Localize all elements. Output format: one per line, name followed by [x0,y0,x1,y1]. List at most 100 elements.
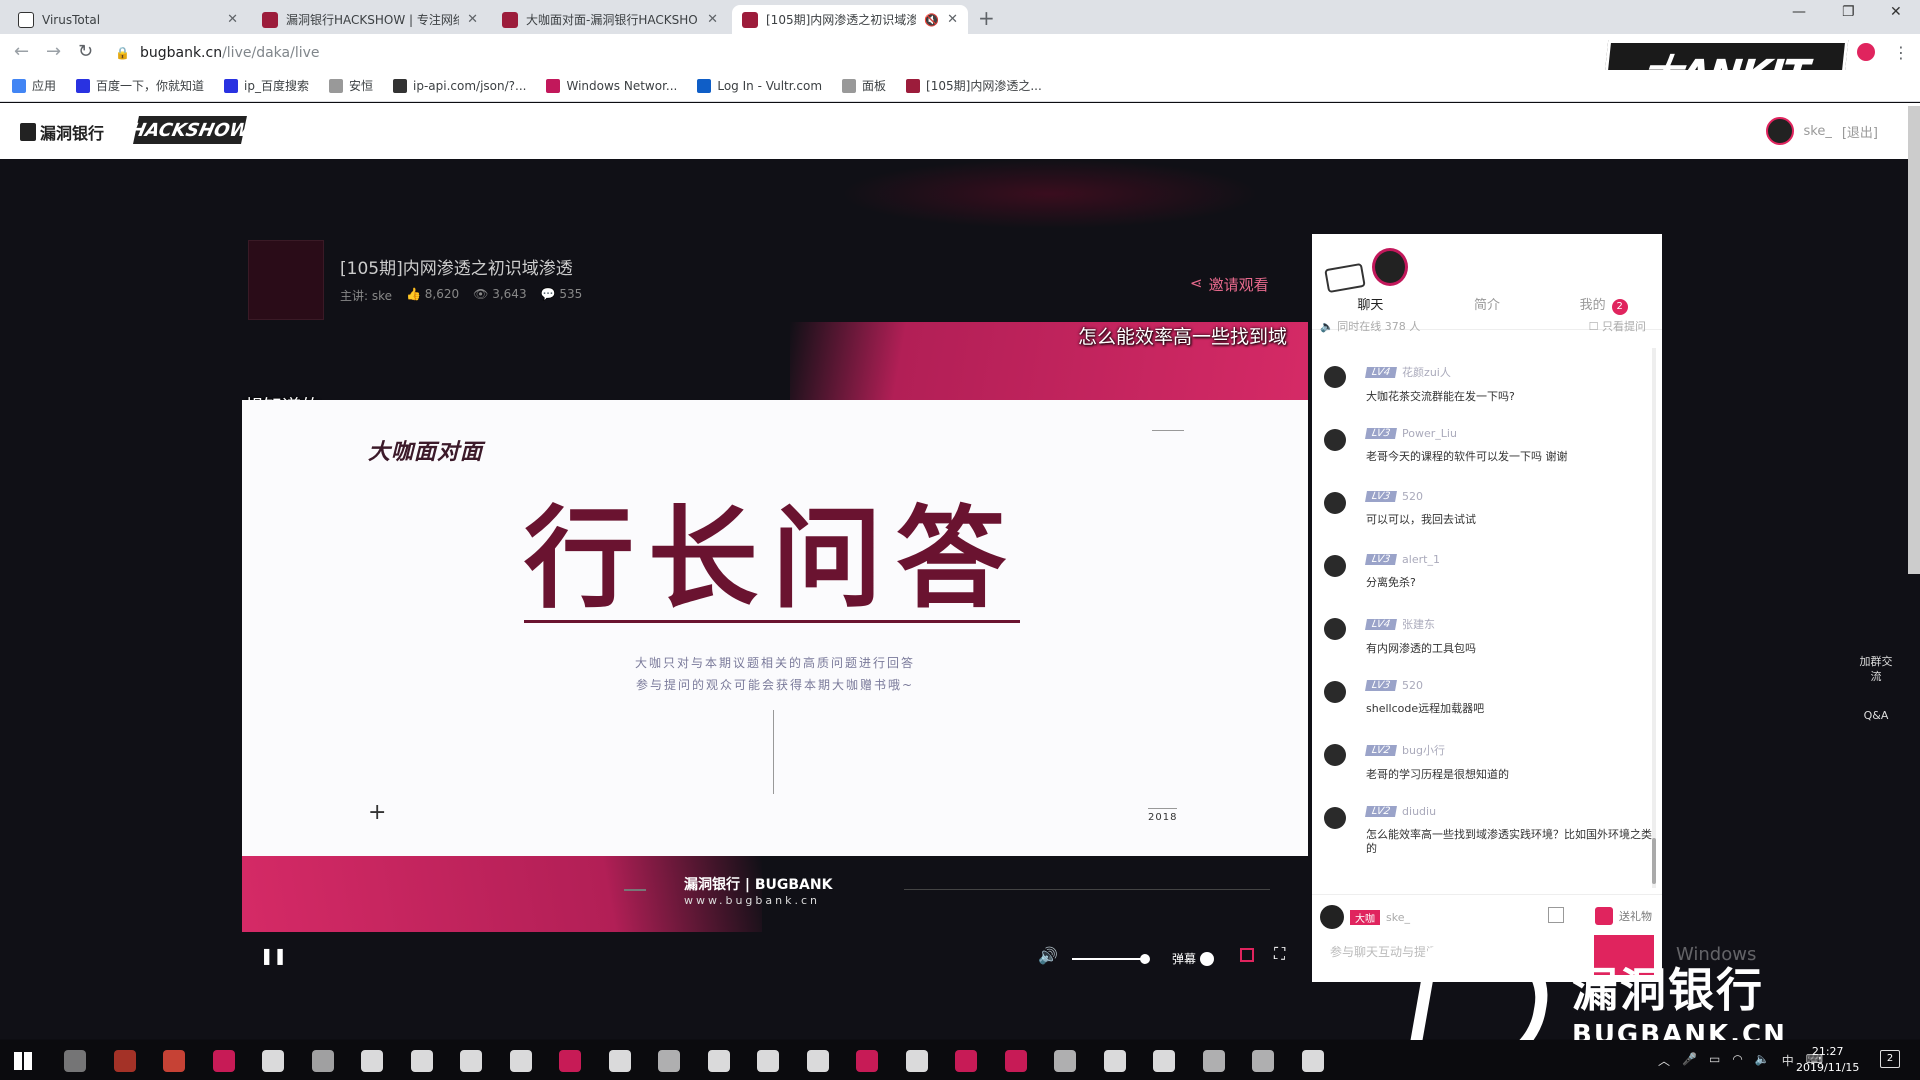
taskbar-app-icon[interactable] [262,1050,284,1072]
bookmark-item[interactable]: 安恒 [328,77,373,94]
notification-center-icon[interactable]: 2 [1880,1050,1900,1068]
taskbar-app-icon[interactable] [163,1050,185,1072]
taskbar-app-icon[interactable] [856,1050,878,1072]
maximize-button[interactable]: ❐ [1842,4,1855,20]
taskbar-app-icon[interactable] [1153,1050,1175,1072]
bookmark-item[interactable]: 应用 [12,77,56,94]
danmu-toggle[interactable]: 弹幕 [1172,950,1215,967]
join-group-link[interactable]: 加群交流 [1856,654,1896,684]
message-username[interactable]: 张建东 [1402,616,1435,632]
forward-icon[interactable]: → [46,41,61,62]
volume-slider[interactable] [1072,958,1144,960]
tab-close-icon[interactable]: ✕ [467,12,478,27]
taskbar-app-icon[interactable] [806,1050,829,1072]
user-avatar[interactable] [1324,807,1346,829]
browser-menu-icon[interactable]: ⋮ [1893,43,1909,62]
taskbar-app-icon[interactable] [460,1050,482,1072]
taskbar-app-icon[interactable] [955,1050,977,1072]
tab-current-course[interactable]: [105期]内网渗透之初识域渗 🔇 ✕ [732,5,968,34]
tab-close-icon[interactable]: ✕ [707,12,718,27]
user-avatar[interactable] [1324,492,1346,514]
taskbar-app-icon[interactable] [1252,1050,1274,1072]
tab-virustotal[interactable]: VirusTotal ✕ [8,5,248,34]
pause-button[interactable]: ❚❚ [260,946,287,965]
qa-link[interactable]: Q&A [1856,708,1896,723]
url-field[interactable]: 🔒 bugbank.cn/live/daka/live [115,39,1595,67]
user-avatar[interactable] [1324,681,1346,703]
tab-close-icon[interactable]: ✕ [227,12,238,27]
invite-button[interactable]: ⋖ 邀请观看 [1190,274,1269,295]
logout-link[interactable]: [退出] [1842,122,1878,141]
message-username[interactable]: diudiu [1402,805,1436,818]
taskbar-app-icon[interactable] [212,1050,235,1072]
mute-icon[interactable]: 🔇 [924,13,939,27]
taskbar-app-icon[interactable] [559,1050,581,1072]
reload-icon[interactable]: ↻ [78,41,93,62]
system-clock[interactable]: 21:27 2019/11/15 [1796,1044,1859,1076]
question-only-filter[interactable]: ☐ 只看提问 [1589,318,1646,334]
user-avatar[interactable] [1324,555,1346,577]
volume-knob[interactable] [1140,954,1150,964]
taskbar-app-icon[interactable] [707,1050,730,1072]
message-username[interactable]: alert_1 [1402,553,1440,566]
user-avatar[interactable] [1324,366,1346,388]
message-username[interactable]: bug小行 [1402,742,1445,758]
chevron-up-icon[interactable]: ︿ [1658,1052,1670,1069]
taskbar-app-icon[interactable] [64,1050,86,1072]
minimize-button[interactable]: — [1792,4,1806,20]
bookmark-item[interactable]: 百度一下，你就知道 [76,77,204,94]
tab-close-icon[interactable]: ✕ [947,12,958,27]
bookmark-item[interactable]: [105期]内网渗透之... [906,77,1042,94]
user-avatar[interactable] [1324,618,1346,640]
taskbar-app-icon[interactable] [361,1050,383,1072]
chat-input[interactable]: 参与聊天互动与提问 [1330,943,1438,960]
back-icon[interactable]: ← [14,41,29,62]
tab-daka[interactable]: 大咖面对面-漏洞银行HACKSHO ✕ [492,5,728,34]
microphone-icon[interactable]: 🎤 [1682,1052,1697,1069]
bookmark-item[interactable]: Log In - Vultr.com [697,78,822,93]
taskbar-app-icon[interactable] [113,1050,136,1072]
windows-start-icon[interactable] [14,1052,32,1070]
user-avatar[interactable] [1324,744,1346,766]
taskbar-app-icon[interactable] [1004,1050,1027,1072]
bugbank-logo[interactable]: 漏洞银行 [20,120,104,144]
new-tab-button[interactable]: + [978,5,995,31]
tab-chat[interactable]: 聊天 [1312,294,1429,315]
taskbar-app-icon[interactable] [410,1050,433,1072]
bookmark-item[interactable]: ip-api.com/json/?... [393,78,526,93]
bookmark-item[interactable]: ip_百度搜索 [224,77,309,94]
chat-scrollbar[interactable] [1652,348,1656,888]
scrollbar-thumb[interactable] [1652,838,1656,884]
taskbar-app-icon[interactable] [905,1050,928,1072]
taskbar-app-icon[interactable] [1103,1050,1126,1072]
taskbar-app-icon[interactable] [1202,1050,1225,1072]
taskbar-app-icon[interactable] [1054,1050,1076,1072]
avatar[interactable] [1765,117,1794,145]
hackshow-logo[interactable]: HACKSHOW [128,116,252,144]
taskbar-app-icon[interactable] [608,1050,631,1072]
user-avatar[interactable] [1324,429,1346,451]
message-username[interactable]: 520 [1402,490,1423,503]
username[interactable]: ske_ [1804,124,1832,139]
message-username[interactable]: 520 [1402,679,1423,692]
taskbar-app-icon[interactable] [757,1050,779,1072]
message-username[interactable]: Power_Liu [1402,427,1457,440]
close-window-button[interactable]: ✕ [1890,4,1902,20]
fullscreen-icon[interactable]: ⛶ [1274,944,1285,964]
volume-icon[interactable]: 🔊 [1038,946,1058,965]
gift-button[interactable]: 送礼物 [1595,907,1652,925]
bookmark-item[interactable]: 面板 [842,77,886,94]
theater-mode-icon[interactable] [1240,948,1254,962]
list-icon[interactable] [1548,907,1564,923]
page-scrollbar[interactable] [1908,106,1920,574]
taskbar-app-icon[interactable] [658,1050,680,1072]
speaker-icon[interactable]: 🔈 [1755,1052,1770,1069]
battery-icon[interactable]: ▭ [1709,1052,1720,1069]
taskbar-app-icon[interactable] [1301,1050,1324,1072]
taskbar-app-icon[interactable] [311,1050,334,1072]
ime-indicator[interactable]: 中 [1782,1052,1794,1069]
taskbar-app-icon[interactable] [509,1050,532,1072]
tab-intro[interactable]: 简介 [1429,294,1546,315]
extension-icon[interactable] [1857,43,1875,61]
message-username[interactable]: 花颜zui人 [1402,364,1451,380]
